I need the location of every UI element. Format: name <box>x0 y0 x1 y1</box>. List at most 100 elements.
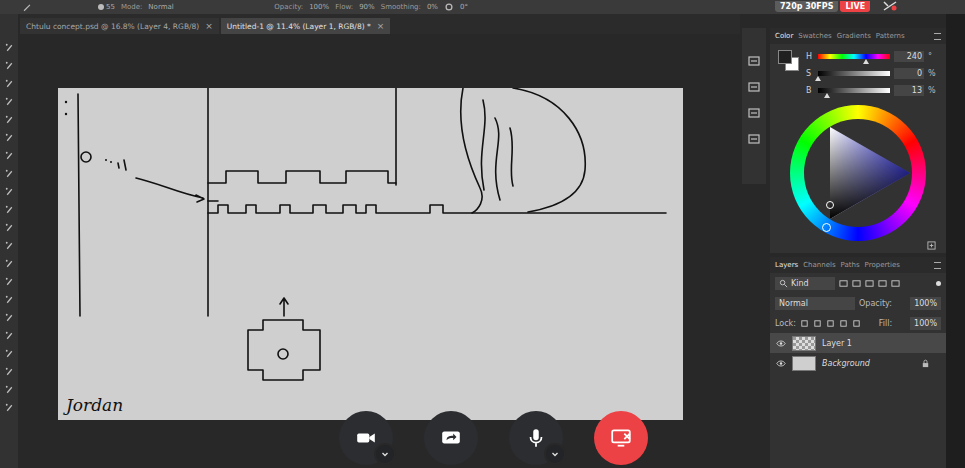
channel-value[interactable]: 240 <box>894 51 924 62</box>
gear-icon[interactable] <box>444 2 454 12</box>
filter-toggle-icon[interactable] <box>936 281 941 286</box>
stream-status: 720p 30FPSLIVE <box>775 0 898 12</box>
channel-slider[interactable] <box>818 88 890 93</box>
options-chevron[interactable] <box>544 443 566 465</box>
panel-menu-icon[interactable] <box>934 262 941 269</box>
crop-icon[interactable] <box>4 114 15 125</box>
gradient-icon[interactable] <box>4 258 15 269</box>
filter-type-icon[interactable] <box>878 279 887 288</box>
panel-menu-icon[interactable] <box>934 33 941 40</box>
layer-row[interactable]: Layer 1 <box>770 333 946 353</box>
color-swatches[interactable] <box>778 50 800 72</box>
color-triangle[interactable] <box>804 119 912 227</box>
tab-close[interactable]: × <box>377 21 385 31</box>
slider-thumb-icon[interactable] <box>824 93 830 98</box>
end-button[interactable] <box>594 411 648 465</box>
lasso-icon[interactable] <box>4 78 15 89</box>
visibility-toggle[interactable] <box>776 340 786 347</box>
layer-filter-select[interactable]: Kind <box>775 277 835 290</box>
eye-icon <box>776 360 786 367</box>
hand-icon[interactable] <box>4 384 15 395</box>
lock-row: Lock:Fill:100% <box>770 313 946 333</box>
eraser-icon[interactable] <box>4 240 15 251</box>
eyedropper-icon[interactable] <box>4 150 15 161</box>
adjust-icon[interactable] <box>747 106 761 120</box>
document-area: Chtulu concept.psd @ 16.8% (Layer 4, RGB… <box>20 14 740 468</box>
healing-icon[interactable] <box>4 168 15 179</box>
frame-icon[interactable] <box>4 132 15 143</box>
brush-settings-icon[interactable] <box>747 80 761 94</box>
stream-settings-icon[interactable] <box>882 0 898 12</box>
foreground-swatch[interactable] <box>778 50 792 64</box>
stamp-icon[interactable] <box>4 204 15 215</box>
shape-icon[interactable] <box>4 366 15 377</box>
canvas[interactable]: Jordan <box>58 88 683 420</box>
channel-slider[interactable] <box>818 54 890 59</box>
hue-marker-icon[interactable] <box>822 223 831 232</box>
angle-field[interactable]: 0° <box>460 3 468 11</box>
history-brush-icon[interactable] <box>4 222 15 233</box>
dodge-icon[interactable] <box>4 294 15 305</box>
panel-tab[interactable]: Layers <box>775 261 798 269</box>
blend-mode-select[interactable]: Normal <box>775 297 855 310</box>
filter-type-icon[interactable] <box>865 279 874 288</box>
slider-thumb-icon[interactable] <box>863 59 869 64</box>
visibility-toggle[interactable] <box>776 360 786 367</box>
path-select-icon[interactable] <box>4 348 15 359</box>
lock-option-icon[interactable] <box>852 319 861 328</box>
slider-thumb-icon[interactable] <box>815 76 821 81</box>
brush-preset[interactable]: 55 <box>98 3 115 11</box>
blur-icon[interactable] <box>4 276 15 287</box>
channel-name: B <box>806 86 814 95</box>
lock-option-icon[interactable] <box>839 319 848 328</box>
smoothing-field[interactable]: 0% <box>427 3 438 11</box>
panel-tab[interactable]: Properties <box>865 261 900 269</box>
lock-option-icon[interactable] <box>813 319 822 328</box>
pen-icon[interactable] <box>4 312 15 323</box>
panel-tab[interactable]: Swatches <box>798 32 831 40</box>
lock-option-icon[interactable] <box>826 319 835 328</box>
history-icon[interactable] <box>747 54 761 68</box>
document-tab[interactable]: Chtulu concept.psd @ 16.8% (Layer 4, RGB… <box>20 18 219 34</box>
opacity-field[interactable]: 100% <box>910 297 941 310</box>
panel-tab[interactable]: Paths <box>841 261 860 269</box>
layer-row[interactable]: Background <box>770 353 946 373</box>
panel-tab[interactable]: Channels <box>803 261 835 269</box>
brush-tool-icon[interactable] <box>22 2 32 12</box>
character-icon[interactable] <box>747 132 761 146</box>
color-wheel[interactable] <box>770 105 946 241</box>
move-icon[interactable] <box>4 42 15 53</box>
layer-name: Background <box>822 359 870 368</box>
panel-tab[interactable]: Patterns <box>876 32 905 40</box>
filter-type-icon[interactable] <box>891 279 900 288</box>
type-icon[interactable] <box>4 330 15 341</box>
stream-quality: 720p 30FPS <box>775 1 838 12</box>
live-badge: LIVE <box>840 1 870 12</box>
brush-icon[interactable] <box>4 186 15 197</box>
toolbar <box>0 14 18 468</box>
filter-type-icon[interactable] <box>852 279 861 288</box>
filter-type-icon[interactable] <box>839 279 848 288</box>
marquee-icon[interactable] <box>4 60 15 71</box>
options-chevron[interactable] <box>374 443 396 465</box>
channel-value[interactable]: 0 <box>894 68 924 79</box>
document-tab[interactable]: Untitled-1 @ 11.4% (Layer 1, RGB/8) *× <box>221 18 390 34</box>
channel-slider[interactable] <box>818 71 890 76</box>
fill-field[interactable]: 100% <box>910 317 941 330</box>
lock-option-icon[interactable] <box>800 319 809 328</box>
panel-tab[interactable]: Color <box>775 32 793 40</box>
magic-wand-icon[interactable] <box>4 96 15 107</box>
mode-select[interactable]: Normal <box>148 3 208 11</box>
share-button[interactable] <box>424 411 478 465</box>
hue-ring[interactable] <box>790 105 926 241</box>
tab-close[interactable]: × <box>205 21 213 31</box>
panel-tab[interactable]: Gradients <box>837 32 871 40</box>
opacity-field[interactable]: 100% <box>309 3 329 11</box>
color-panel-footer <box>770 241 946 250</box>
expand-icon[interactable] <box>927 241 936 250</box>
mic-button[interactable] <box>509 411 563 465</box>
camera-button[interactable] <box>339 411 393 465</box>
channel-value[interactable]: 13 <box>894 85 924 96</box>
zoom-icon[interactable] <box>4 402 15 413</box>
flow-field[interactable]: 90% <box>359 3 375 11</box>
